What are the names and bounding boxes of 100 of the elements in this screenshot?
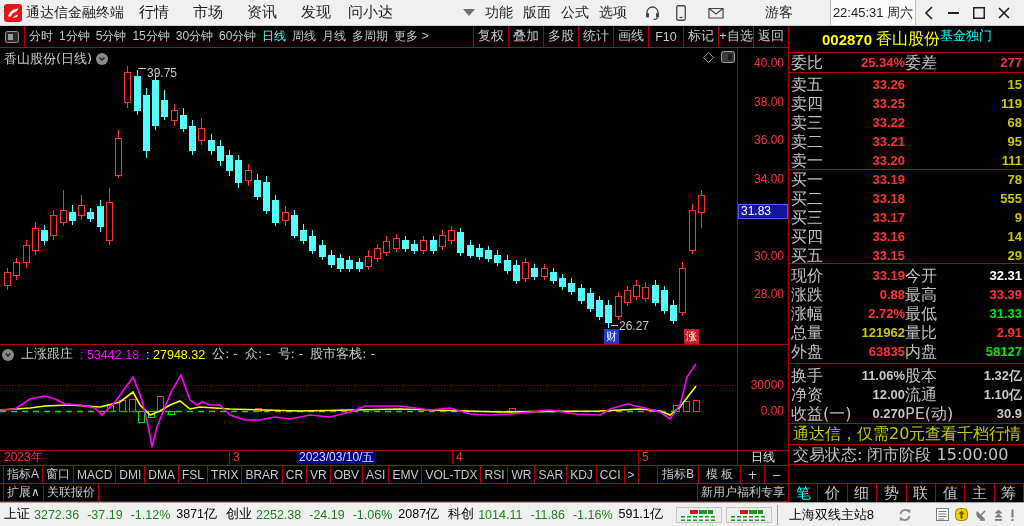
dropdown-circle-icon[interactable]: [96, 53, 109, 65]
index-name[interactable]: 科创: [448, 506, 475, 523]
promo-banner[interactable]: 通达信，仅需20元查看千档行情: [791, 424, 1022, 444]
menu-item[interactable]: 版面: [518, 3, 556, 22]
headset-icon[interactable]: [645, 5, 660, 20]
promo-link[interactable]: 新用户福利专享: [697, 484, 788, 501]
chevron-left-icon[interactable]: [924, 5, 933, 20]
panel-toggle-icon[interactable]: [721, 51, 735, 63]
period-tab[interactable]: 15分钟: [129, 28, 173, 45]
menu-item[interactable]: 行情: [127, 3, 181, 22]
indicator-tab[interactable]: ASI: [363, 466, 390, 483]
diamond-icon[interactable]: [703, 52, 714, 63]
toolbar-button[interactable]: 统计: [578, 26, 613, 47]
server-name[interactable]: 上海双线主站8: [788, 505, 875, 524]
toolbar-button[interactable]: 复权: [473, 26, 508, 47]
quote-value: 12.00: [871, 387, 905, 404]
indicator-tab[interactable]: >: [624, 466, 639, 483]
user-label[interactable]: 游客: [765, 3, 793, 22]
list-icon[interactable]: [936, 508, 949, 521]
bid-volume: 78: [1006, 171, 1022, 189]
histogram-bar: [673, 405, 680, 412]
indicator-tab[interactable]: 指标A: [4, 466, 43, 483]
quote-label: 今开: [905, 266, 938, 285]
refresh-icon[interactable]: [898, 507, 912, 522]
quote-label: 涨幅: [791, 304, 824, 323]
zoom-in-button[interactable]: +: [740, 466, 764, 483]
indicator-tab[interactable]: RSI: [481, 466, 509, 483]
bid-price: 33.15: [871, 247, 905, 265]
toolbar-button[interactable]: F10: [648, 26, 683, 47]
indicator-tab[interactable]: MACD: [74, 466, 117, 483]
period-tab[interactable]: 月线: [319, 28, 350, 45]
zoom-out-button[interactable]: −: [764, 466, 788, 483]
index-name[interactable]: 上证: [4, 506, 30, 523]
ask-price: 33.20: [871, 152, 905, 170]
extra-link[interactable]: 关联报价: [43, 484, 99, 501]
exclamation-icon[interactable]: [1010, 508, 1015, 521]
period-tab[interactable]: 30分钟: [172, 28, 217, 45]
menu-item[interactable]: 问小达: [343, 3, 397, 22]
toolbar-button[interactable]: 多股: [543, 26, 578, 47]
menu-item[interactable]: 市场: [181, 3, 235, 22]
more-periods-button[interactable]: 更多 >: [391, 28, 432, 45]
maximize-icon[interactable]: [972, 6, 985, 19]
indicator-tab[interactable]: DMI: [116, 466, 146, 483]
bid-price: 33.18: [871, 190, 905, 208]
satellite-dish-icon[interactable]: [976, 508, 987, 521]
quote-label: 最低: [905, 304, 938, 323]
toolbar-button[interactable]: +自选: [718, 26, 753, 47]
indicator-tab[interactable]: WR: [508, 466, 536, 483]
market-breadth-icon[interactable]: [675, 506, 722, 523]
panel-toggle-icon[interactable]: [5, 30, 19, 43]
period-tab[interactable]: 60分钟: [216, 28, 260, 45]
quote-label: 收益(一): [791, 404, 853, 423]
indicator-tab[interactable]: OBV: [330, 466, 364, 483]
event-badge[interactable]: 涨: [684, 329, 699, 344]
indicator-tab[interactable]: TRIX: [208, 466, 243, 483]
indicator-tab[interactable]: DMA: [145, 466, 180, 483]
period-tab[interactable]: 周线: [289, 28, 320, 45]
indicator-tab[interactable]: EMV: [389, 466, 423, 483]
period-tab[interactable]: 5分钟: [92, 28, 130, 45]
indicator-tab[interactable]: SAR: [535, 466, 568, 483]
minimize-icon[interactable]: [948, 11, 959, 14]
quote-value: 2.72%: [867, 305, 905, 323]
period-tab[interactable]: 多周期: [349, 28, 392, 45]
menu-item[interactable]: 发现: [289, 3, 343, 22]
up-arrows-icon[interactable]: [994, 508, 1003, 521]
menu-item[interactable]: 选项: [594, 3, 632, 22]
menu-item[interactable]: 资讯: [235, 3, 289, 22]
period-tab[interactable]: 分时: [26, 28, 56, 45]
ask-label: 卖三: [791, 113, 824, 132]
period-tab[interactable]: 1分钟: [56, 28, 93, 45]
phone-icon[interactable]: [676, 4, 686, 21]
fund-tag[interactable]: 基金独门: [940, 27, 993, 45]
dropdown-caret-icon[interactable]: [463, 9, 475, 16]
toolbar-button[interactable]: 叠加: [508, 26, 543, 47]
market-breadth-icon[interactable]: [725, 506, 772, 523]
indicator-tab[interactable]: KDJ: [567, 466, 597, 483]
indicator-tab[interactable]: FSL: [179, 466, 209, 483]
bid-volume: 9: [1013, 209, 1022, 227]
toolbar-button[interactable]: 画线: [613, 26, 648, 47]
template-button[interactable]: 模 板: [698, 466, 740, 483]
envelope-icon[interactable]: [708, 6, 724, 19]
menu-item[interactable]: 公式: [556, 3, 594, 22]
toolbar-button[interactable]: 返回: [753, 26, 788, 47]
index-name[interactable]: 创业: [226, 506, 253, 523]
indicator-group-tab[interactable]: 指标B: [657, 466, 698, 483]
indicator-tab[interactable]: CR: [282, 466, 308, 483]
histogram-bar: [138, 411, 145, 423]
period-tab[interactable]: 日线: [259, 28, 290, 45]
dropdown-circle-icon[interactable]: [2, 348, 14, 361]
event-badge[interactable]: 财: [604, 329, 619, 344]
coin-icon[interactable]: [955, 508, 968, 521]
extra-link[interactable]: 扩展∧: [3, 484, 44, 501]
menu-item[interactable]: 功能: [480, 3, 518, 22]
close-icon[interactable]: [997, 6, 1010, 19]
indicator-tab[interactable]: VOL-TDX: [422, 466, 482, 483]
toolbar-button[interactable]: 标记: [683, 26, 718, 47]
indicator-tab[interactable]: 窗口: [43, 466, 74, 483]
indicator-tab[interactable]: CCI: [596, 466, 625, 483]
indicator-tab[interactable]: VR: [307, 466, 331, 483]
indicator-tab[interactable]: BRAR: [242, 466, 283, 483]
